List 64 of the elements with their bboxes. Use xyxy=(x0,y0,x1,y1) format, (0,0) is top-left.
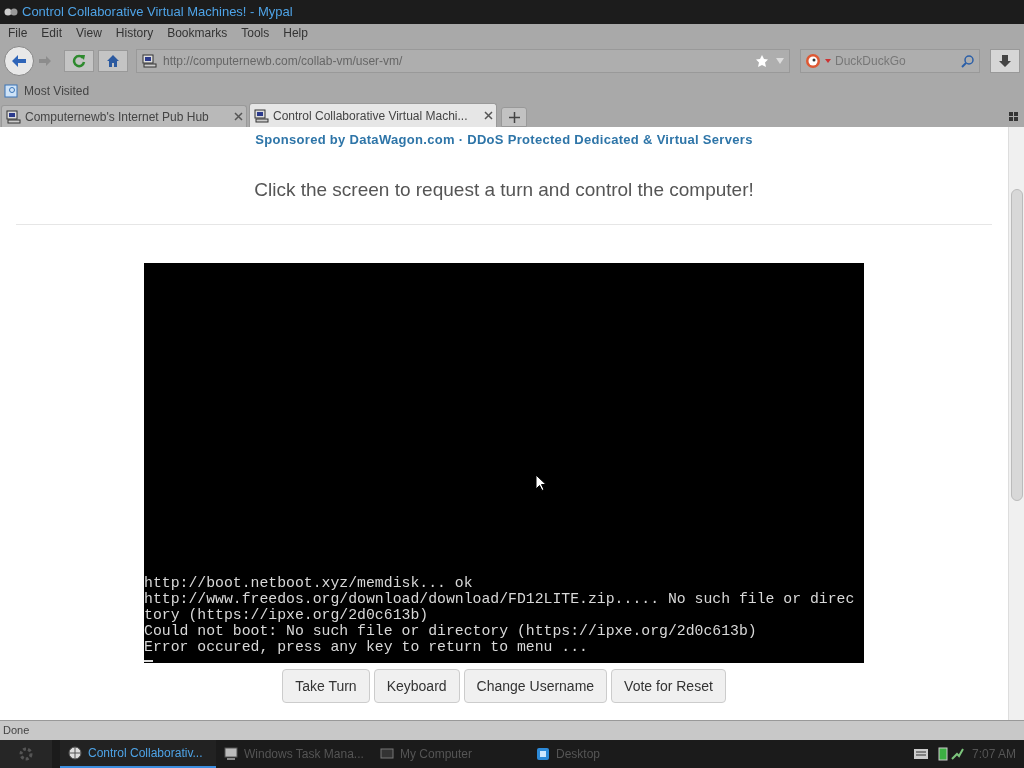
menu-item[interactable]: File xyxy=(8,24,28,42)
caret-icon xyxy=(825,59,831,63)
taskbar-label: Control Collaborativ... xyxy=(88,745,203,762)
home-button[interactable] xyxy=(98,50,128,72)
action-button[interactable]: Keyboard xyxy=(373,669,460,703)
star-icon[interactable] xyxy=(755,54,769,68)
search-icon[interactable] xyxy=(961,54,975,68)
network-icon xyxy=(949,747,964,761)
status-text: Done xyxy=(3,723,30,739)
tab-list-icon[interactable] xyxy=(1009,112,1018,121)
terminal-line: Error occured, press any key to return to menu ... xyxy=(144,639,589,655)
clock: 7:07 AM xyxy=(971,746,1016,763)
sponsor-link[interactable]: Sponsored by DataWagon.com · DDoS Protected Dedicated & Virtual Servers xyxy=(255,130,753,150)
new-tab-button[interactable] xyxy=(501,107,527,127)
text-cursor xyxy=(144,660,153,662)
download-arrow-icon xyxy=(998,54,1012,68)
menu-item[interactable]: View xyxy=(76,24,102,42)
taskbar-label: Windows Task Mana... xyxy=(244,746,364,763)
battery-icon xyxy=(937,747,948,761)
reload-icon xyxy=(72,54,86,68)
desktop-icon xyxy=(536,747,550,761)
menu-item[interactable]: Tools xyxy=(241,24,270,42)
close-icon[interactable] xyxy=(484,111,493,120)
action-button[interactable]: Change Username xyxy=(463,669,608,703)
keyboard-icon xyxy=(913,749,928,759)
app-icon xyxy=(4,6,18,18)
menu-item[interactable]: Edit xyxy=(41,24,63,42)
close-icon[interactable] xyxy=(234,112,243,121)
tab-icon xyxy=(5,108,21,125)
vm-screen[interactable] xyxy=(144,263,864,663)
back-arrow-icon xyxy=(11,54,27,68)
browser-tab[interactable]: Computernewb's Internet Pub Hub xyxy=(1,105,247,127)
reload-button[interactable] xyxy=(64,50,94,72)
menu-item[interactable]: Help xyxy=(283,24,308,42)
terminal-line: http://www.freedos.org/download/download/FD12LITE.zip..... No such file or direc xyxy=(144,591,856,607)
plus-icon xyxy=(508,111,520,123)
home-icon xyxy=(106,54,120,68)
taskbar-label: Desktop xyxy=(556,746,601,763)
terminal-line: http://boot.netboot.xyz/memdisk... ok xyxy=(144,575,474,591)
terminal-line: Could not boot: No such file or directory (https://ipxe.org/2d0c613b) xyxy=(144,623,758,639)
taskbar-label: My Computer xyxy=(400,746,473,763)
action-button[interactable]: Vote for Reset xyxy=(611,669,726,703)
menu-item[interactable]: History xyxy=(115,24,154,42)
mouse-pointer-icon xyxy=(535,474,546,491)
start-button[interactable] xyxy=(0,740,52,768)
tab-icon xyxy=(253,107,269,124)
menu-item[interactable]: Bookmarks xyxy=(167,24,228,42)
monitor-icon xyxy=(224,747,238,761)
bookmark-item[interactable]: Most Visited xyxy=(24,82,90,100)
globe-icon xyxy=(68,746,82,760)
terminal-line: tory (https://ipxe.org/2d0c613b) xyxy=(144,607,430,623)
browser-tab[interactable]: Control Collaborative Virtual Machi... xyxy=(249,103,497,127)
taskbar-item[interactable]: Control Collaborativ... xyxy=(60,740,216,768)
tab-label: Computernewb's Internet Pub Hub xyxy=(25,108,210,126)
window-title: Control Collaborative Virtual Machines! - Mypal xyxy=(22,3,293,22)
download-button[interactable] xyxy=(990,49,1020,73)
tab-label: Control Collaborative Virtual Machi... xyxy=(273,107,469,125)
scrollbar[interactable] xyxy=(1008,127,1024,720)
action-button[interactable]: Take Turn xyxy=(282,669,370,703)
back-button[interactable] xyxy=(4,46,34,76)
computer-icon xyxy=(380,747,394,761)
site-icon xyxy=(141,53,157,69)
url-text: http://computernewb.com/collab-vm/user-vm/ xyxy=(163,53,404,70)
headline: Click the screen to request a turn and control the computer! xyxy=(254,177,754,202)
